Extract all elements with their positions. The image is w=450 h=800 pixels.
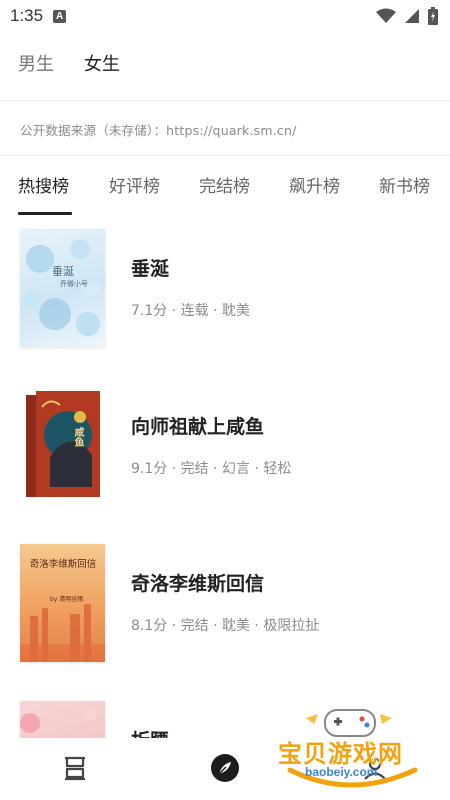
nav-bookshelf[interactable] [55,750,95,786]
tab-male[interactable]: 男生 [18,50,54,76]
book-list-item[interactable]: 奇洛李维斯回信 by 清明谷雨 奇洛李维斯回信 8.1分 · 完结 · 耽美 ·… [0,544,450,662]
cover-title: 奇洛李维斯回信 [29,559,97,570]
status-icons [376,7,438,25]
tab-rising[interactable]: 飙升榜 [289,172,340,197]
nav-discover[interactable] [205,750,245,786]
watermark-text: 宝贝游戏网 [278,740,403,768]
divider [0,100,450,101]
book-meta: 7.1分 · 连载 · 耽美 [131,303,250,319]
gender-tabs: 男生 女生 [18,50,120,76]
compass-icon [211,754,239,782]
tab-female[interactable]: 女生 [84,50,120,76]
tab-hot-search[interactable]: 热搜榜 [18,172,69,197]
cover-author: by 清明谷雨 [50,596,84,603]
cover-author: 乔微小号 [60,280,88,288]
book-cover: 咸鱼 [20,387,105,505]
tab-new-books[interactable]: 新书榜 [379,172,430,197]
book-title: 向师祖献上咸鱼 [131,416,265,438]
ranking-tabs: 热搜榜 好评榜 完结榜 飙升榜 新书榜 [0,172,450,216]
bookshelf-icon [65,756,85,781]
cellular-icon [405,9,419,23]
tab-completed[interactable]: 完结榜 [199,172,250,197]
watermark-logo: 宝贝游戏网 baobeiy.com [270,700,430,795]
book-cover: 垂涎 乔微小号 [20,229,105,347]
book-3d-illustration [26,391,100,497]
status-bar: 1:35 A [0,0,450,32]
status-time: 1:35 [10,6,44,25]
tab-top-rated[interactable]: 好评榜 [109,172,160,197]
divider [0,155,450,156]
book-list-item[interactable]: 垂涎 乔微小号 垂涎 7.1分 · 连载 · 耽美 [0,229,450,347]
book-meta: 9.1分 · 完结 · 幻言 · 轻松 [131,461,292,477]
data-source-note: 公开数据来源（未存储）：https://quark.sm.cn/ [20,123,297,138]
book-cover: 奇洛李维斯回信 by 清明谷雨 [20,544,105,662]
notification-icon: A [53,9,67,23]
book-title: 垂涎 [131,258,170,280]
active-tab-indicator [18,212,72,215]
battery-icon [428,7,438,25]
wifi-icon [376,8,396,23]
book-list-item[interactable]: 咸鱼 向师祖献上咸鱼 9.1分 · 完结 · 幻言 · 轻松 [0,387,450,505]
cover-title: 垂涎 [52,265,74,278]
cover-title: 咸鱼 [72,427,83,447]
book-meta: 8.1分 · 完结 · 耽美 · 极限拉扯 [131,618,320,634]
book-title: 奇洛李维斯回信 [131,573,265,595]
watermark-url: baobeiy.com [305,765,378,779]
